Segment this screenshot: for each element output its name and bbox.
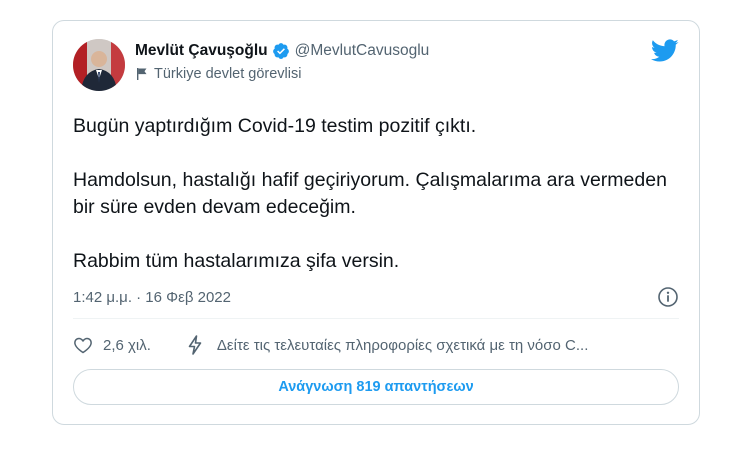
heart-icon[interactable]	[73, 336, 93, 354]
lightning-bolt-icon	[188, 335, 202, 355]
tweet-timestamp[interactable]: 1:42 μ.μ. · 16 Φεβ 2022	[73, 289, 231, 306]
author-name[interactable]: Mevlüt Çavuşoğlu	[135, 42, 268, 60]
twitter-bird-icon[interactable]	[651, 39, 679, 63]
author-handle[interactable]: @MevlutCavusoglu	[295, 42, 430, 60]
flag-icon	[137, 68, 147, 80]
verified-badge-icon	[272, 43, 289, 59]
government-label-text: Türkiye devlet görevlisi	[154, 66, 302, 82]
government-label: Türkiye devlet görevlisi	[135, 66, 301, 82]
tweet-embed-card: Mevlüt Çavuşoğlu @MevlutCavusoglu Türkiy…	[52, 20, 700, 425]
tweet-paragraph-3: Rabbim tüm hastalarımıza şifa versin.	[73, 250, 400, 272]
tweet-paragraph-2: Hamdolsun, hastalığı hafif geçiriyorum. …	[73, 169, 667, 218]
divider	[73, 318, 679, 319]
tweet-text: Bugün yaptırdığım Covid-19 testim poziti…	[73, 113, 683, 275]
like-count[interactable]: 2,6 χιλ.	[103, 337, 151, 354]
covid-info-link[interactable]: Δείτε τις τελευταίες πληροφορίες σχετικά…	[217, 337, 679, 354]
avatar[interactable]	[73, 39, 125, 91]
author-row[interactable]: Mevlüt Çavuşoğlu @MevlutCavusoglu	[135, 42, 429, 60]
tweet-actions: 2,6 χιλ. Δείτε τις τελευταίες πληροφορίε…	[73, 333, 679, 357]
info-icon[interactable]	[657, 286, 679, 308]
read-replies-button[interactable]: Ανάγνωση 819 απαντήσεων	[73, 369, 679, 405]
tweet-paragraph-1: Bugün yaptırdığım Covid-19 testim poziti…	[73, 115, 477, 137]
